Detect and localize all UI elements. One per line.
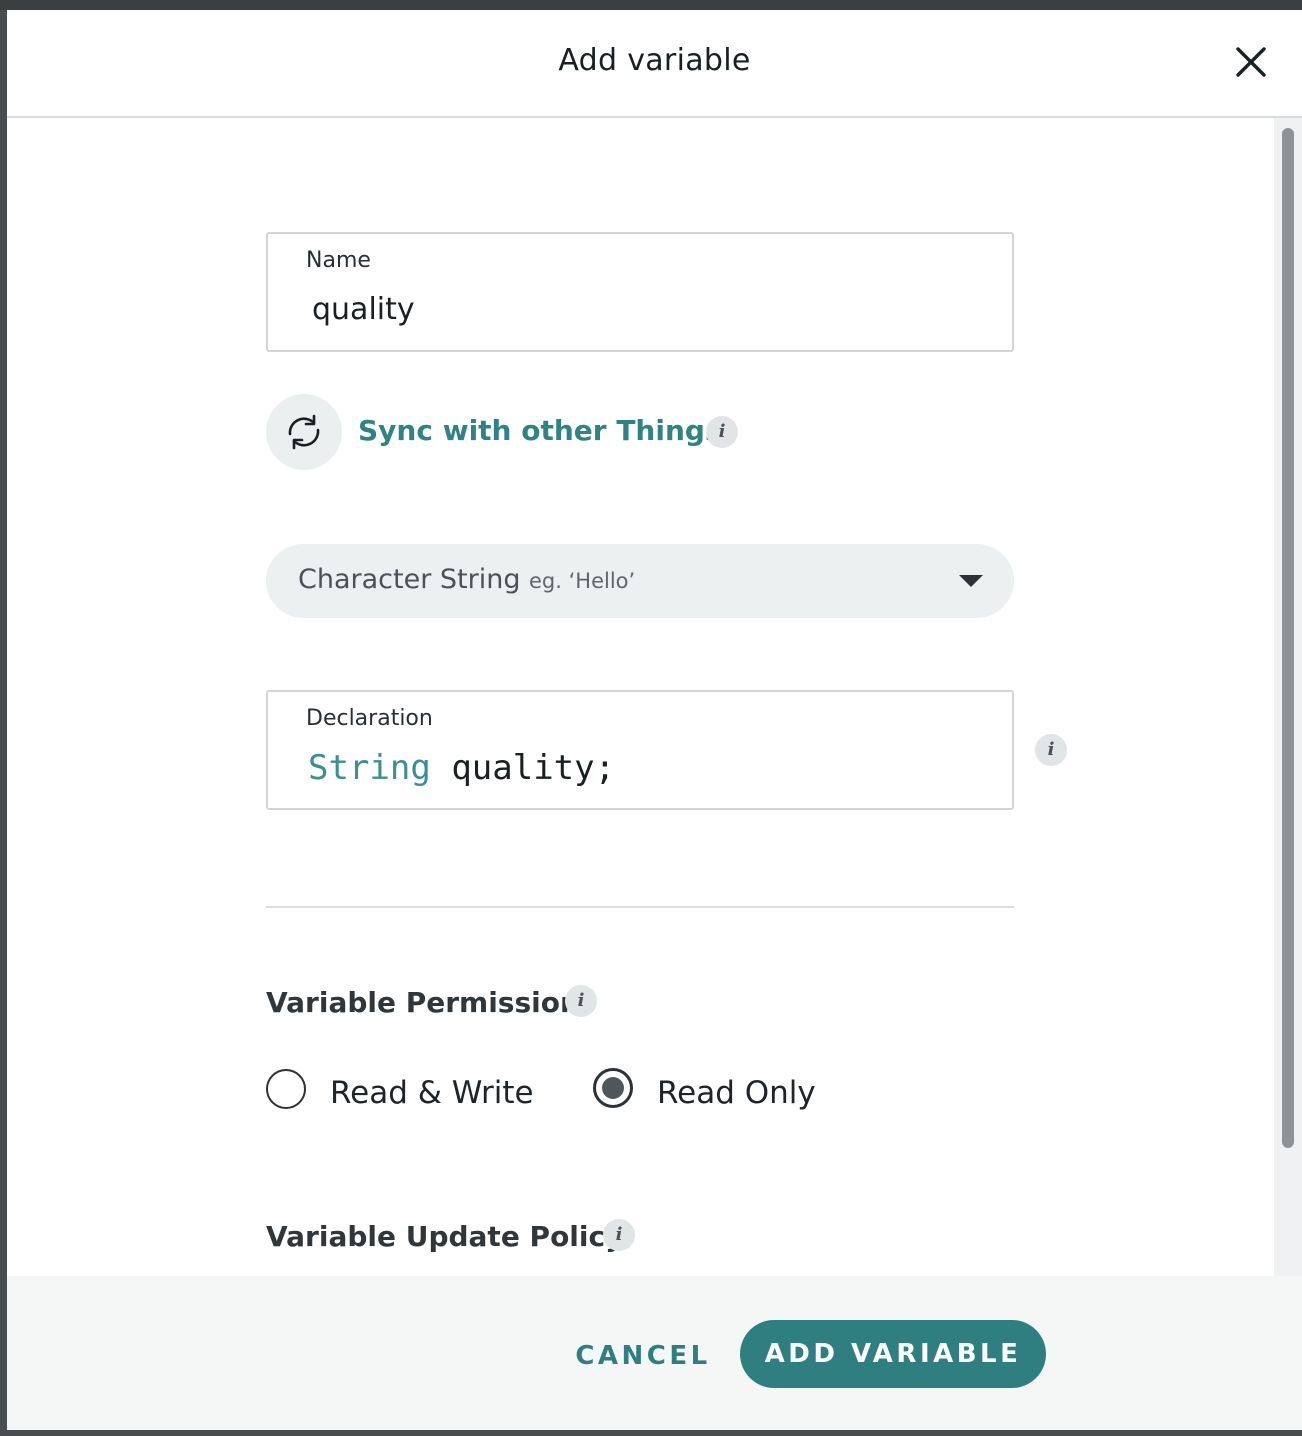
- radio-read-write-label[interactable]: Read & Write: [330, 1075, 534, 1111]
- sync-label[interactable]: Sync with other Things: [358, 414, 722, 447]
- name-field[interactable]: Name quality: [266, 232, 1014, 352]
- radio-read-write[interactable]: [266, 1069, 306, 1109]
- backdrop: [0, 0, 1302, 10]
- chevron-down-icon: [959, 575, 983, 587]
- add-variable-button[interactable]: ADD VARIABLE: [740, 1320, 1046, 1388]
- close-icon: [1236, 47, 1266, 77]
- declaration-type-keyword: String: [308, 748, 431, 788]
- name-field-label: Name: [306, 248, 371, 273]
- declaration-field: Declaration String quality;: [266, 690, 1014, 810]
- declaration-info-icon[interactable]: i: [1035, 734, 1067, 766]
- dialog-footer: CANCEL ADD VARIABLE: [7, 1276, 1302, 1430]
- declaration-label: Declaration: [306, 706, 433, 731]
- scrollbar[interactable]: [1274, 118, 1302, 1276]
- add-variable-dialog: Add variable Name quality Sync with othe…: [7, 10, 1302, 1430]
- scrollbar-thumb[interactable]: [1282, 128, 1294, 1148]
- permission-title: Variable Permission: [266, 986, 580, 1019]
- declaration-variable-name: quality: [451, 748, 595, 788]
- radio-read-only-dot: [602, 1077, 624, 1099]
- type-select-value: Character String: [298, 564, 521, 595]
- update-policy-info-icon[interactable]: i: [603, 1219, 635, 1251]
- variable-type-select[interactable]: Character String eg. ‘Hello’: [266, 544, 1014, 618]
- name-field-value[interactable]: quality: [312, 292, 415, 327]
- type-select-example: eg. ‘Hello’: [529, 569, 636, 593]
- sync-with-things-button[interactable]: Sync with other Things: [266, 394, 866, 470]
- sync-info-icon[interactable]: i: [706, 416, 738, 448]
- cancel-button[interactable]: CANCEL: [563, 1332, 723, 1380]
- dialog-header: Add variable: [7, 10, 1302, 118]
- sync-icon: [288, 414, 320, 450]
- permission-info-icon[interactable]: i: [565, 985, 597, 1017]
- declaration-terminator: ;: [594, 748, 616, 788]
- sync-icon-circle: [266, 394, 342, 470]
- section-divider: [266, 906, 1014, 908]
- radio-read-only[interactable]: [593, 1068, 633, 1108]
- dialog-title: Add variable: [558, 43, 751, 78]
- close-button[interactable]: [1231, 42, 1271, 82]
- update-policy-title: Variable Update Policy: [266, 1220, 624, 1253]
- declaration-code: String quality;: [308, 748, 615, 788]
- radio-read-only-label[interactable]: Read Only: [657, 1075, 816, 1111]
